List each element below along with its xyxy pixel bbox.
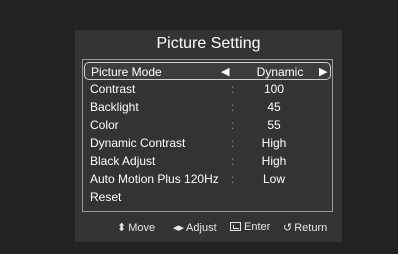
button-hints: ⬍ Move ◂▸ Adjust Enter ↺ Return bbox=[75, 218, 342, 238]
adjust-icon: ◂▸ bbox=[173, 222, 185, 234]
hint-move: ⬍ Move bbox=[117, 221, 155, 234]
hint-enter-label: Enter bbox=[244, 221, 271, 233]
setting-row-contrast[interactable]: Contrast : 100 bbox=[84, 80, 331, 98]
right-arrow-icon[interactable]: ▶ bbox=[319, 65, 327, 78]
hint-move-label: Move bbox=[128, 222, 156, 234]
setting-label: Auto Motion Plus 120Hz bbox=[90, 172, 219, 186]
setting-label: Dynamic Contrast bbox=[90, 136, 186, 150]
return-icon: ↺ bbox=[283, 222, 293, 234]
setting-value: Low bbox=[262, 172, 285, 186]
enter-icon bbox=[230, 222, 241, 231]
hint-enter: Enter bbox=[230, 221, 270, 233]
settings-list: Picture Mode ◀ Dynamic ▶ Contrast : 100 … bbox=[82, 59, 333, 212]
setting-value: High bbox=[261, 154, 287, 168]
setting-value: 55 bbox=[267, 118, 281, 132]
setting-label: Picture Mode bbox=[91, 65, 162, 79]
setting-label: Reset bbox=[90, 190, 122, 204]
hint-adjust-label: Adjust bbox=[186, 222, 217, 234]
setting-row-auto-motion-plus[interactable]: Auto Motion Plus 120Hz : Low bbox=[84, 170, 331, 188]
setting-label: Black Adjust bbox=[90, 154, 156, 168]
tv-screen: Picture Setting Picture Mode ◀ Dynamic ▶… bbox=[0, 0, 398, 254]
setting-row-picture-mode[interactable]: Picture Mode ◀ Dynamic ▶ bbox=[84, 62, 331, 80]
setting-value: 45 bbox=[267, 100, 281, 114]
setting-label: Color bbox=[90, 118, 119, 132]
dialog-title: Picture Setting bbox=[156, 35, 261, 52]
setting-row-backlight[interactable]: Backlight : 45 bbox=[84, 98, 331, 116]
hint-adjust: ◂▸ Adjust bbox=[173, 221, 217, 234]
setting-value: 100 bbox=[263, 82, 285, 96]
setting-row-black-adjust[interactable]: Black Adjust : High bbox=[84, 152, 331, 170]
hint-return-label: Return bbox=[294, 222, 328, 234]
setting-label: Backlight bbox=[90, 100, 139, 114]
setting-label: Contrast bbox=[90, 82, 136, 96]
setting-row-color[interactable]: Color : 55 bbox=[84, 116, 331, 134]
picture-setting-dialog: Picture Setting Picture Mode ◀ Dynamic ▶… bbox=[75, 30, 342, 242]
setting-value: High bbox=[261, 136, 287, 150]
left-arrow-icon[interactable]: ◀ bbox=[221, 65, 229, 78]
hint-return: ↺ Return bbox=[283, 221, 327, 234]
setting-row-dynamic-contrast[interactable]: Dynamic Contrast : High bbox=[84, 134, 331, 152]
move-icon: ⬍ bbox=[117, 222, 127, 234]
setting-value: Dynamic bbox=[256, 65, 304, 79]
setting-row-reset[interactable]: Reset bbox=[84, 188, 331, 206]
